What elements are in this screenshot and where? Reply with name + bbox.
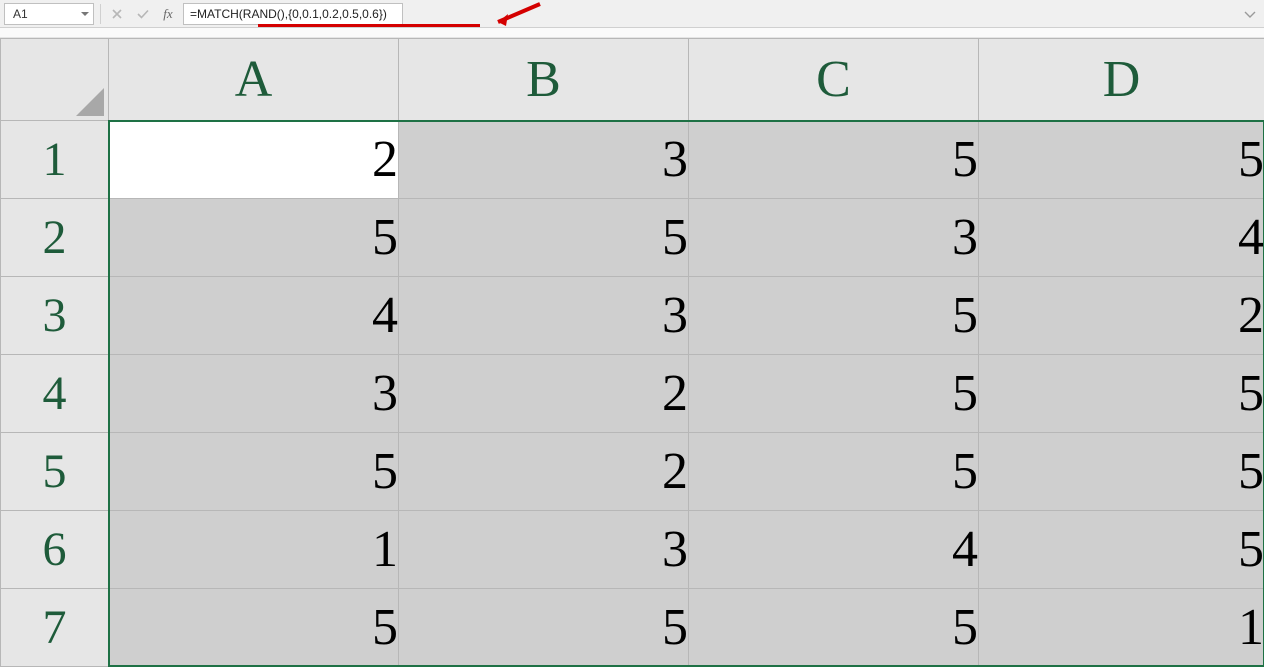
select-all-triangle-icon bbox=[76, 88, 104, 116]
row-header-1[interactable]: 1 bbox=[1, 121, 109, 199]
cell-C6[interactable]: 4 bbox=[689, 511, 979, 589]
row-header-7[interactable]: 7 bbox=[1, 589, 109, 667]
cancel-icon[interactable] bbox=[107, 4, 127, 24]
cell-A3[interactable]: 4 bbox=[109, 277, 399, 355]
cell-value: 3 bbox=[372, 365, 398, 422]
cell-D7[interactable]: 1 bbox=[979, 589, 1264, 667]
row-header-3[interactable]: 3 bbox=[1, 277, 109, 355]
cell-value: 1 bbox=[372, 521, 398, 578]
cell-B1[interactable]: 3 bbox=[399, 121, 689, 199]
cell-C5[interactable]: 5 bbox=[689, 433, 979, 511]
enter-icon[interactable] bbox=[133, 4, 153, 24]
cell-value: 5 bbox=[952, 365, 978, 422]
cell-value: 5 bbox=[372, 209, 398, 266]
cell-C2[interactable]: 3 bbox=[689, 199, 979, 277]
cell-D6[interactable]: 5 bbox=[979, 511, 1264, 589]
cell-D2[interactable]: 4 bbox=[979, 199, 1264, 277]
cell-A2[interactable]: 5 bbox=[109, 199, 399, 277]
expand-formula-bar-icon[interactable] bbox=[1242, 6, 1258, 22]
annotation-arrow-icon bbox=[492, 2, 542, 30]
row-header-2[interactable]: 2 bbox=[1, 199, 109, 277]
cell-value: 5 bbox=[1238, 443, 1264, 500]
cell-value: 3 bbox=[662, 287, 688, 344]
cell-value: 1 bbox=[1238, 599, 1264, 656]
cell-C1[interactable]: 5 bbox=[689, 121, 979, 199]
cell-value: 5 bbox=[952, 287, 978, 344]
cell-B5[interactable]: 2 bbox=[399, 433, 689, 511]
cell-A4[interactable]: 3 bbox=[109, 355, 399, 433]
column-header-label: D bbox=[1103, 51, 1141, 108]
cell-B4[interactable]: 2 bbox=[399, 355, 689, 433]
fx-label[interactable]: fx bbox=[159, 6, 177, 22]
row-header-5[interactable]: 5 bbox=[1, 433, 109, 511]
cell-value: 5 bbox=[1238, 365, 1264, 422]
cell-value: 4 bbox=[372, 287, 398, 344]
cell-value: 5 bbox=[952, 443, 978, 500]
cell-value: 2 bbox=[662, 365, 688, 422]
cell-C7[interactable]: 5 bbox=[689, 589, 979, 667]
row-header-label: 4 bbox=[43, 367, 67, 420]
cell-value: 4 bbox=[952, 521, 978, 578]
row-header-label: 3 bbox=[43, 289, 67, 342]
formula-text: =MATCH(RAND(),{0,0.1,0.2,0.5,0.6}) bbox=[190, 7, 387, 21]
row-header-4[interactable]: 4 bbox=[1, 355, 109, 433]
row-header-label: 2 bbox=[43, 211, 67, 264]
row-header-6[interactable]: 6 bbox=[1, 511, 109, 589]
cell-value: 5 bbox=[662, 209, 688, 266]
cell-value: 5 bbox=[1238, 521, 1264, 578]
cell-value: 5 bbox=[952, 599, 978, 656]
cell-value: 5 bbox=[952, 131, 978, 188]
cell-value: 5 bbox=[662, 599, 688, 656]
cell-D4[interactable]: 5 bbox=[979, 355, 1264, 433]
cell-value: 2 bbox=[372, 131, 398, 188]
formula-bar: A1 fx =MATCH(RAND(),{0,0.1,0.2,0.5,0.6}) bbox=[0, 0, 1264, 28]
cell-value: 2 bbox=[1238, 287, 1264, 344]
cell-B3[interactable]: 3 bbox=[399, 277, 689, 355]
column-header-label: B bbox=[526, 51, 561, 108]
cell-D1[interactable]: 5 bbox=[979, 121, 1264, 199]
row-header-label: 7 bbox=[43, 601, 67, 654]
cell-B2[interactable]: 5 bbox=[399, 199, 689, 277]
cell-value: 3 bbox=[662, 521, 688, 578]
row-header-label: 6 bbox=[43, 523, 67, 576]
cell-value: 5 bbox=[372, 599, 398, 656]
separator bbox=[100, 4, 101, 24]
column-header-D[interactable]: D bbox=[979, 39, 1264, 121]
cell-value: 4 bbox=[1238, 209, 1264, 266]
row-header-label: 5 bbox=[43, 445, 67, 498]
column-header-A[interactable]: A bbox=[109, 39, 399, 121]
name-box[interactable]: A1 bbox=[4, 3, 94, 25]
cell-A7[interactable]: 5 bbox=[109, 589, 399, 667]
chevron-down-icon bbox=[81, 10, 89, 18]
cell-A5[interactable]: 5 bbox=[109, 433, 399, 511]
cell-value: 5 bbox=[372, 443, 398, 500]
column-header-C[interactable]: C bbox=[689, 39, 979, 121]
cell-A6[interactable]: 1 bbox=[109, 511, 399, 589]
cell-D3[interactable]: 2 bbox=[979, 277, 1264, 355]
cell-value: 3 bbox=[662, 131, 688, 188]
cell-C4[interactable]: 5 bbox=[689, 355, 979, 433]
column-header-B[interactable]: B bbox=[399, 39, 689, 121]
cell-B6[interactable]: 3 bbox=[399, 511, 689, 589]
cell-A1[interactable]: 2 bbox=[109, 121, 399, 199]
formula-input[interactable]: =MATCH(RAND(),{0,0.1,0.2,0.5,0.6}) bbox=[183, 3, 403, 25]
cell-B7[interactable]: 5 bbox=[399, 589, 689, 667]
spreadsheet-grid: A B C D 1 2 3 5 5 2 5 5 3 4 3 4 3 5 2 4 3 2 5 5 5 5 2 5 5 6 1 3 4 5 7 5… bbox=[0, 38, 1264, 667]
cell-C3[interactable]: 5 bbox=[689, 277, 979, 355]
name-box-value: A1 bbox=[13, 7, 28, 21]
column-header-label: A bbox=[235, 51, 273, 108]
row-header-label: 1 bbox=[43, 133, 67, 186]
select-all-corner[interactable] bbox=[1, 39, 109, 121]
cell-D5[interactable]: 5 bbox=[979, 433, 1264, 511]
cell-value: 3 bbox=[952, 209, 978, 266]
cell-value: 5 bbox=[1238, 131, 1264, 188]
column-header-label: C bbox=[816, 51, 851, 108]
annotation-underline bbox=[258, 24, 480, 27]
header-strip bbox=[0, 28, 1264, 38]
cell-value: 2 bbox=[662, 443, 688, 500]
